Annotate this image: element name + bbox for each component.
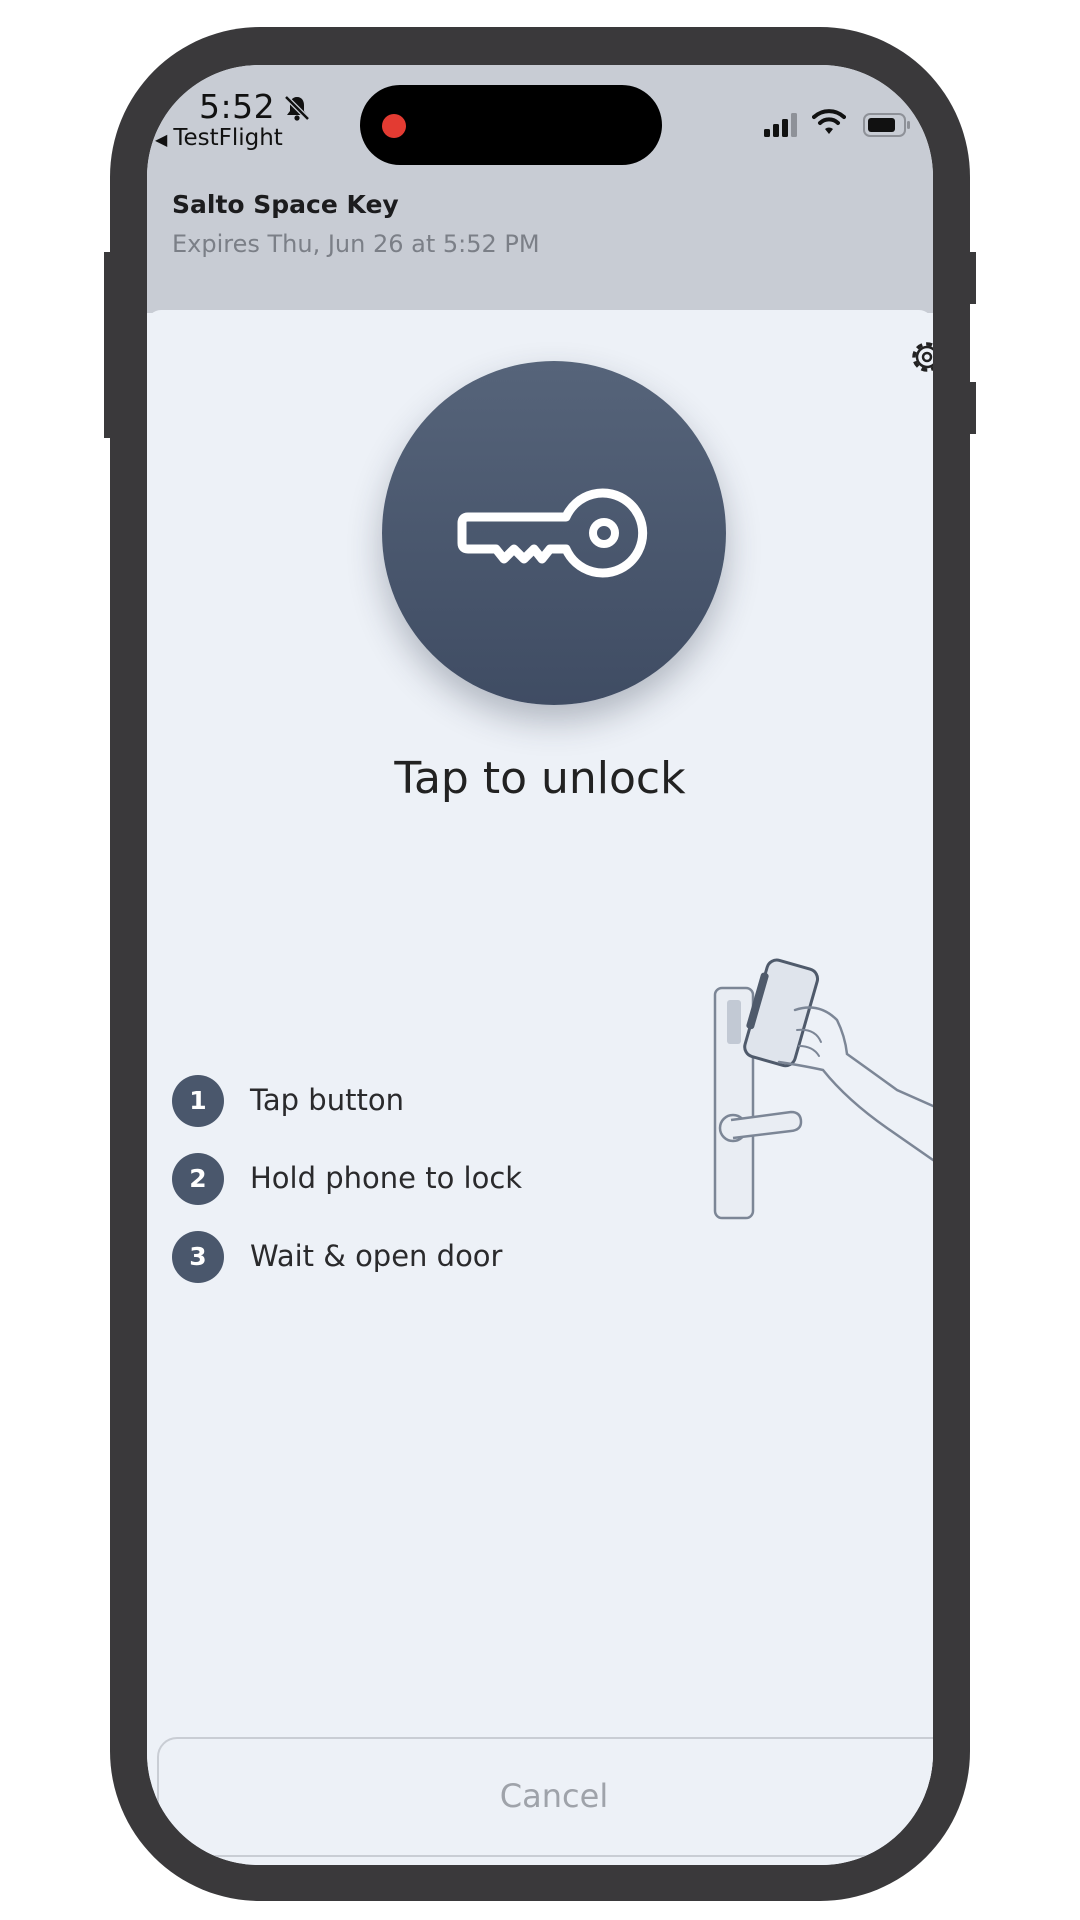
- dynamic-island: [360, 85, 662, 165]
- key-expiry: Expires Thu, Jun 26 at 5:52 PM: [172, 230, 540, 258]
- unlock-instruction-title: Tap to unlock: [394, 753, 686, 804]
- step-label: Hold phone to lock: [250, 1161, 523, 1195]
- step-number-badge: 1: [172, 1075, 224, 1127]
- unlock-button[interactable]: [382, 361, 726, 705]
- bell-slash-icon: [284, 95, 310, 121]
- wifi-icon: [812, 109, 846, 134]
- gear-icon[interactable]: [905, 335, 933, 379]
- step-number-badge: 3: [172, 1231, 224, 1283]
- key-name: Salto Space Key: [172, 190, 399, 219]
- cancel-button[interactable]: Cancel: [157, 1737, 933, 1857]
- step-label: Tap button: [250, 1083, 404, 1117]
- back-app-label: TestFlight: [173, 125, 283, 151]
- signal-icon: [764, 113, 797, 137]
- back-chevron-icon: ◀: [155, 130, 168, 149]
- back-to-app-button[interactable]: ◀ TestFlight: [155, 125, 283, 151]
- top-bar: 5:52 ◀ TestFlight Salto Space Key Expire…: [147, 65, 933, 313]
- phone-screen: 5:52 ◀ TestFlight Salto Space Key Expire…: [147, 65, 933, 1865]
- status-time: 5:52: [199, 87, 276, 126]
- phone-to-lock-illustration: [713, 958, 933, 1220]
- key-icon: [457, 488, 648, 578]
- step-number-badge: 2: [172, 1153, 224, 1205]
- step-label: Wait & open door: [250, 1239, 503, 1273]
- recording-indicator: [382, 114, 406, 138]
- cancel-label: Cancel: [499, 1777, 609, 1815]
- battery-icon: [863, 113, 910, 137]
